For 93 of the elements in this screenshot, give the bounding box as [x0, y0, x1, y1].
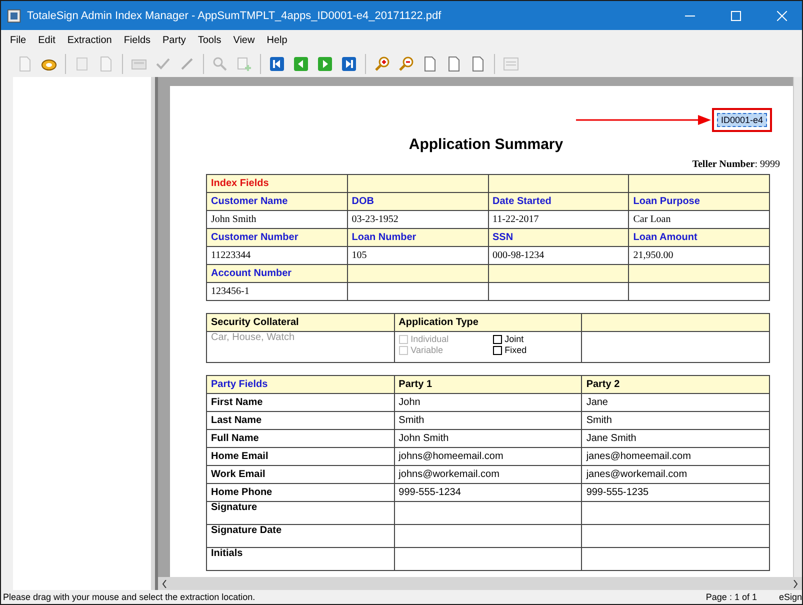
first-page-icon [269, 56, 285, 72]
row-label: Home Phone [206, 484, 394, 502]
vertical-scrollbar[interactable] [793, 77, 802, 577]
table-cell: Jane [582, 394, 770, 412]
table-cell: John [394, 394, 582, 412]
column-header: Party 1 [394, 376, 582, 394]
row-label: Work Email [206, 466, 394, 484]
table-cell: Index Fields [206, 174, 348, 192]
close-icon [777, 10, 787, 20]
row-label: Initials [206, 548, 394, 570]
document-icon [17, 56, 33, 72]
column-header: Application Type [394, 314, 582, 332]
table-cell: Jane Smith [582, 430, 770, 448]
selection-frame[interactable]: ID0001-e4 [712, 108, 772, 132]
document-title: Application Summary [408, 136, 564, 153]
checkbox[interactable]: Joint [492, 334, 578, 345]
menu-item[interactable]: Fields [118, 33, 156, 48]
table-cell: Smith [394, 412, 582, 430]
next-page-icon [317, 56, 333, 72]
table-cell: DOB [347, 192, 488, 210]
document-icon [446, 56, 462, 72]
row-label: First Name [206, 394, 394, 412]
column-header: Security Collateral [206, 314, 394, 332]
column-header: Party 2 [582, 376, 770, 394]
table-cell: johns@homeemail.com [394, 448, 582, 466]
previous-page-icon [293, 56, 309, 72]
menu-item[interactable]: Help [262, 33, 292, 48]
status-message: Please drag with your mouse and select the extraction location. [3, 592, 256, 602]
product-label: eSign [778, 592, 802, 602]
table-cell: 03-23-1952 [347, 210, 488, 228]
window-title: TotaleSign Admin Index Manager - AppSumTMPLT_4apps_ID0001-e4_20171122.pdf [27, 10, 442, 22]
table-cell: 11223344 [206, 246, 348, 264]
table-cell: Date Started [488, 192, 629, 210]
document-icon [422, 56, 438, 72]
table-cell: John Smith [206, 210, 348, 228]
scroll-left-icon[interactable] [162, 580, 167, 588]
table-cell: SSN [488, 228, 629, 246]
table-cell: 21,950.00 [628, 246, 770, 264]
menu-item[interactable]: Edit [33, 33, 60, 48]
list-icon [503, 56, 519, 72]
table-cell: Loan Number [347, 228, 488, 246]
teller-number: Teller Number: 9999 [691, 159, 780, 170]
menu-item[interactable]: Party [158, 33, 191, 48]
table-cell: Customer Number [206, 228, 348, 246]
column-header: Party Fields [206, 376, 394, 394]
checkmark-icon [155, 56, 171, 72]
arrow-icon [576, 114, 712, 126]
menu-item[interactable]: View [228, 33, 260, 48]
maximize-icon [731, 10, 741, 20]
horizontal-scrollbar[interactable] [158, 577, 802, 590]
table-cell: janes@homeemail.com [582, 448, 770, 466]
app-icon [7, 8, 21, 22]
toolbar-button[interactable] [315, 54, 335, 74]
row-label: Full Name [206, 430, 394, 448]
document-plus-icon [236, 56, 252, 72]
row-label: Signature Date [206, 524, 394, 548]
table-cell: janes@workemail.com [582, 466, 770, 484]
toolbar-button[interactable] [339, 54, 359, 74]
checkbox[interactable]: Fixed [492, 345, 578, 356]
table-cell: 11-22-2017 [488, 210, 629, 228]
document-icon [470, 56, 486, 72]
toolbar-button[interactable] [267, 54, 287, 74]
menu-item[interactable]: Extraction [62, 33, 117, 48]
table-cell: John Smith [394, 430, 582, 448]
table-cell: 123456-1 [206, 282, 348, 300]
page-icon [74, 56, 90, 72]
table-cell: Smith [582, 412, 770, 430]
zoom-out-icon [398, 56, 414, 72]
document-icon [98, 56, 114, 72]
table-cell: johns@workemail.com [394, 466, 582, 484]
table-cell: Car Loan [628, 210, 770, 228]
pen-icon [179, 56, 195, 72]
menu-item[interactable]: Tools [192, 33, 226, 48]
table-cell: Loan Amount [628, 228, 770, 246]
magnifier-icon [212, 56, 228, 72]
table-cell: 105 [347, 246, 488, 264]
last-page-icon [341, 56, 357, 72]
zoom-in-icon [374, 56, 390, 72]
table-cell: 000-98-1234 [488, 246, 629, 264]
table-cell: Account Number [206, 264, 348, 282]
table-cell: Customer Name [206, 192, 348, 210]
table-cell: Loan Purpose [628, 192, 770, 210]
table-cell: 999-555-1235 [582, 484, 770, 502]
page-indicator: Page : 1 of 1 [706, 592, 757, 602]
table-cell: 999-555-1234 [394, 484, 582, 502]
row-label: Last Name [206, 412, 394, 430]
id-tag: ID0001-e4 [716, 113, 767, 127]
row-label: Signature [206, 502, 394, 524]
menu-item[interactable]: File [5, 33, 32, 48]
collateral-value: Car, House, Watch [211, 332, 295, 343]
toolbar-button[interactable] [291, 54, 311, 74]
row-label: Home Email [206, 448, 394, 466]
scroll-right-icon[interactable] [793, 580, 798, 588]
